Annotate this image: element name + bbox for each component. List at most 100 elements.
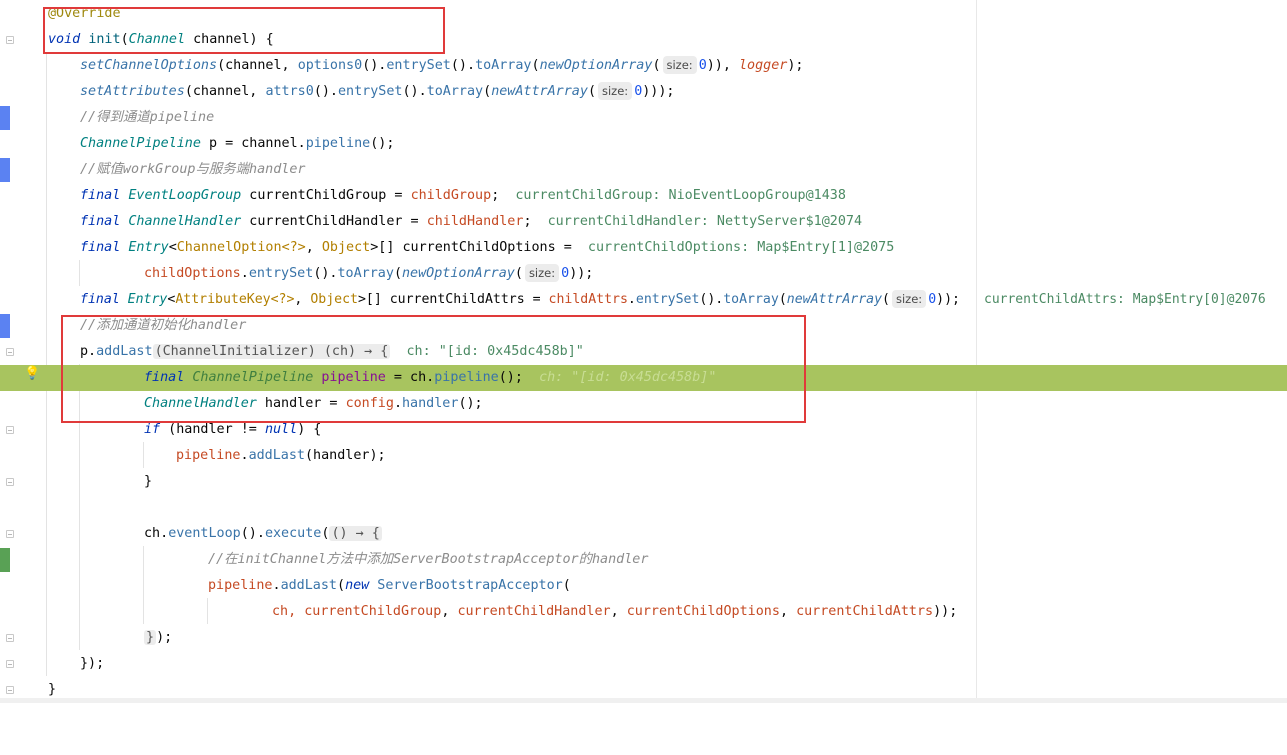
code-token: (: [652, 58, 661, 73]
parameter-hint: size:: [662, 56, 697, 74]
closing-brace: }: [144, 630, 157, 645]
method-call: newOptionArray: [539, 58, 653, 73]
method-call: toArray: [337, 266, 394, 281]
type-name: EventLoopGroup: [128, 188, 242, 203]
method-call: newOptionArray: [402, 266, 515, 281]
code-token: <: [168, 240, 177, 255]
code-token: (: [393, 266, 402, 281]
code-token: ));: [569, 266, 594, 281]
parameter-hint: size:: [598, 82, 633, 100]
type-name: AttributeKey: [175, 292, 271, 307]
method-call: eventLoop: [168, 526, 241, 541]
method-call: setChannelOptions: [80, 58, 218, 73]
debug-inline-value[interactable]: currentChildAttrs: Map$Entry[0]@2076: [984, 287, 1266, 313]
field-ref: childHandler: [426, 214, 524, 229]
parameter-hint: size:: [524, 264, 560, 282]
code-line[interactable]: childOptions.entrySet().toArray(newOptio…: [0, 261, 1287, 287]
code-token: ().: [313, 84, 338, 99]
code-token: ().: [450, 58, 476, 73]
code-token: (: [483, 84, 492, 99]
code-token: (: [882, 292, 890, 307]
type-name: Entry: [127, 292, 168, 307]
lightbulb-icon[interactable]: 💡: [24, 367, 40, 381]
debug-inline-value[interactable]: currentChildOptions: Map$Entry[1]@2075: [588, 240, 894, 255]
annotation-highlight-box: [61, 315, 806, 423]
code-token: ().: [313, 266, 338, 281]
code-token: p = channel.: [200, 136, 306, 151]
type-name: Object: [321, 240, 371, 255]
annotation-highlight-box: [43, 7, 445, 54]
code-token: (handler !=: [160, 422, 265, 437]
code-line[interactable]: ChannelPipeline p = channel.pipeline();: [0, 131, 1287, 157]
lambda-fold[interactable]: () → {: [329, 526, 382, 541]
field-ref: currentChildOptions: [626, 604, 780, 619]
class-name: ServerBootstrapAcceptor: [369, 578, 563, 593]
code-token: ch.: [144, 526, 169, 541]
code-token: (channel,: [217, 58, 298, 73]
code-token: ();: [370, 136, 395, 151]
method-call: toArray: [723, 292, 779, 307]
code-line[interactable]: final EventLoopGroup currentChildGroup =…: [0, 183, 1287, 209]
keyword: final: [80, 240, 121, 255]
method-call: execute: [264, 526, 322, 541]
code-line[interactable]: });: [0, 625, 1287, 651]
code-token: (: [531, 58, 540, 73]
code-token: ));: [936, 292, 960, 307]
keyword: if: [144, 422, 161, 437]
code-line[interactable]: ch, currentChildGroup, currentChildHandl…: [0, 599, 1287, 625]
code-token: ,: [779, 604, 797, 619]
horizontal-scrollbar[interactable]: [0, 698, 1287, 703]
field-ref: pipeline: [176, 448, 241, 463]
debug-inline-value[interactable]: currentChildGroup: NioEventLoopGroup@143…: [515, 188, 846, 203]
code-line[interactable]: });: [0, 651, 1287, 677]
code-token: )),: [706, 58, 739, 73]
method-call: setAttributes: [80, 84, 185, 99]
code-line[interactable]: //得到通道pipeline: [0, 105, 1287, 131]
method-call: options0: [297, 58, 363, 73]
number-literal: 0: [698, 58, 707, 73]
code-editor[interactable]: @Override void init(Channel channel) { s…: [0, 0, 1287, 703]
comment: //在initChannel方法中添加ServerBootstrapAccept…: [208, 552, 649, 567]
code-token: );: [787, 58, 804, 73]
code-line[interactable]: [0, 495, 1287, 521]
method-call: attrs0: [265, 84, 314, 99]
code-line[interactable]: pipeline.addLast(new ServerBootstrapAcce…: [0, 573, 1287, 599]
debug-inline-value[interactable]: currentChildHandler: NettyServer$1@2074: [548, 214, 862, 229]
code-token: .: [272, 578, 281, 593]
code-token: ().: [240, 526, 265, 541]
field-ref: ch,: [272, 604, 305, 619]
code-line[interactable]: //赋值workGroup与服务端handler: [0, 157, 1287, 183]
type-name: ChannelHandler: [128, 214, 242, 229]
code-line[interactable]: final ChannelHandler currentChildHandler…: [0, 209, 1287, 235]
field-ref: childGroup: [410, 188, 492, 203]
code-line[interactable]: setChannelOptions(channel, options0().en…: [0, 53, 1287, 79]
code-token: <?>: [270, 292, 295, 307]
code-token: ));: [933, 604, 958, 619]
code-line[interactable]: setAttributes(channel, attrs0().entrySet…: [0, 79, 1287, 105]
closing-brace: }: [144, 474, 153, 489]
method-call: toArray: [475, 58, 532, 73]
code-line[interactable]: ch.eventLoop().execute(() → {: [0, 521, 1287, 547]
field-ref: childOptions: [144, 266, 241, 281]
code-token: ;: [523, 214, 532, 229]
code-token: ,: [441, 604, 458, 619]
type-name: ChannelPipeline: [80, 136, 201, 151]
code-token: (: [562, 578, 571, 593]
number-literal: 0: [561, 266, 570, 281]
field-ref: childAttrs: [548, 292, 628, 307]
code-line[interactable]: final Entry<AttributeKey<?>, Object>[] c…: [0, 287, 1287, 313]
code-token: (: [587, 84, 596, 99]
code-line[interactable]: pipeline.addLast(handler);: [0, 443, 1287, 469]
code-token: )));: [642, 84, 675, 99]
type-name: Entry: [128, 240, 169, 255]
code-line[interactable]: final Entry<ChannelOption<?>, Object>[] …: [0, 235, 1287, 261]
code-token: ;: [491, 188, 500, 203]
code-line[interactable]: //在initChannel方法中添加ServerBootstrapAccept…: [0, 547, 1287, 573]
parameter-hint: size:: [892, 290, 927, 308]
code-line[interactable]: }: [0, 469, 1287, 495]
method-call: entrySet: [248, 266, 314, 281]
code-token: (channel,: [184, 84, 266, 99]
comment: //赋值workGroup与服务端handler: [80, 162, 306, 177]
field-ref: currentChildGroup: [304, 604, 442, 619]
comment: //得到通道pipeline: [80, 110, 215, 125]
